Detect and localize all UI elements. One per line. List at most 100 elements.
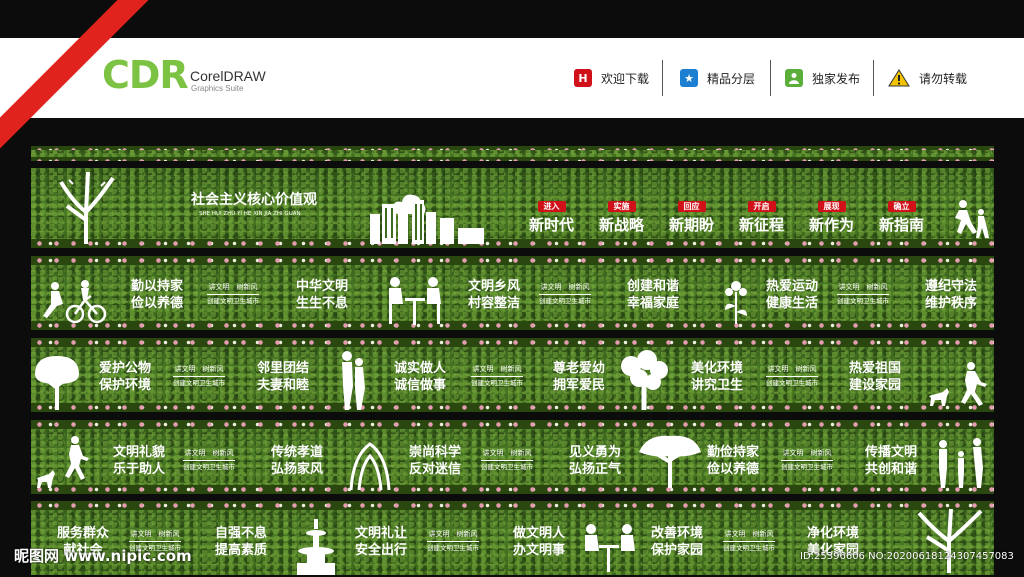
slogan-line: 反对迷信 xyxy=(409,462,462,477)
slogan-line: 安全出行 xyxy=(355,543,408,558)
slogan: 邻里团结 夫妻和睦 xyxy=(257,360,309,394)
caption-bottom: 创建文明卫生城市 xyxy=(207,297,259,305)
mini-caption: 讲文明 树新风 创建文明卫生城市 xyxy=(766,365,818,388)
tag-item: 确立 新指南 xyxy=(879,194,924,234)
slogan-line: 健康生活 xyxy=(766,296,819,311)
caption-top: 讲文明 树新风 xyxy=(482,449,532,457)
slogan: 文明礼让 安全出行 xyxy=(355,525,407,559)
slogan-line: 尊老爱幼 xyxy=(553,361,606,376)
mini-caption: 讲文明 树新风 创建文明卫生城市 xyxy=(471,365,523,388)
slogan-line: 共创和谐 xyxy=(865,462,918,477)
flower-icon xyxy=(725,281,747,324)
slogan: 文明礼貌 乐于助人 xyxy=(113,444,165,478)
slogan-line: 村容整洁 xyxy=(468,296,521,311)
caption-top: 讲文明 树新风 xyxy=(184,449,234,457)
banner-panel-3: 爱护公物 保护环境 讲文明 树新风 创建文明卫生城市 邻里团结 夫妻和睦 诚实做人 诚信… xyxy=(31,338,994,412)
slogan-line: 讲究卫生 xyxy=(691,378,744,393)
tag-text: 新期盼 xyxy=(669,216,715,234)
runner-dog-icon xyxy=(929,362,987,406)
tag-label: 展现 xyxy=(817,201,846,212)
slogan-line: 做文明人 xyxy=(513,526,566,541)
monument-icon xyxy=(349,442,391,490)
slogan-line: 幸福家庭 xyxy=(627,296,680,311)
fountain-icon xyxy=(297,519,335,575)
corner-ribbon xyxy=(0,0,150,150)
slogan-line: 文明礼让 xyxy=(355,526,408,541)
slogan: 传播文明 共创和谐 xyxy=(865,444,917,478)
tag-label: 回应 xyxy=(677,201,706,212)
slogan: 诚实做人 诚信做事 xyxy=(394,360,446,394)
caption-top: 讲文明 树新风 xyxy=(724,530,774,538)
slogan: 崇尚科学 反对迷信 xyxy=(409,444,461,478)
star-icon: ★ xyxy=(680,69,698,87)
slogan: 改善环境 保护家园 xyxy=(651,525,703,559)
slogan: 做文明人 办文明事 xyxy=(513,525,565,559)
mini-caption: 讲文明 树新风 创建文明卫生城市 xyxy=(481,449,533,472)
caption-bottom: 创建文明卫生城市 xyxy=(781,463,833,471)
tag-text: 新战略 xyxy=(599,216,645,234)
slogan-line: 崇尚科学 xyxy=(409,445,462,460)
caption-top: 讲文明 树新风 xyxy=(838,283,888,291)
mini-caption: 讲文明 树新风 创建文明卫生城市 xyxy=(173,365,225,388)
family-bicycle-icon xyxy=(43,280,107,324)
slogan-line: 弘扬家风 xyxy=(271,462,324,477)
caption-top: 讲文明 树新风 xyxy=(174,365,224,373)
slogan-line: 维护秩序 xyxy=(925,296,978,311)
slogan: 热爱运动 健康生活 xyxy=(766,278,818,312)
slogan: 中华文明 生生不息 xyxy=(296,278,348,312)
mini-caption: 讲文明 树新风 创建文明卫生城市 xyxy=(837,283,889,306)
tag-text: 新作为 xyxy=(809,216,855,234)
header-bar: CDR CorelDRAW Graphics Suite H 欢迎下载 ★ 精品… xyxy=(0,38,1024,118)
caption-top: 讲文明 树新风 xyxy=(782,449,832,457)
slogan: 自强不息 提高素质 xyxy=(215,525,267,559)
slogan-line: 服务群众 xyxy=(57,526,110,541)
mini-caption: 讲文明 树新风 创建文明卫生城市 xyxy=(183,449,235,472)
watermark-site: 昵图网 www.nipic.com xyxy=(14,547,192,565)
slogan-line: 中华文明 xyxy=(296,279,349,294)
banner-panel-2: 勤以持家 俭以养德 讲文明 树新风 创建文明卫生城市 中华文明 生生不息 文明乡风 村容… xyxy=(31,256,994,330)
divider xyxy=(770,60,771,96)
slogan-line: 传播文明 xyxy=(865,445,918,460)
slogan-line: 保护环境 xyxy=(99,378,152,393)
tag-item: 回应 新期盼 xyxy=(669,194,714,234)
slogan-line: 见义勇为 xyxy=(569,445,622,460)
tag-item: 开启 新征程 xyxy=(739,194,784,234)
nav-label: 请勿转载 xyxy=(919,71,968,86)
slogan-line: 拥军爱民 xyxy=(553,378,606,393)
slogan: 勤以持家 俭以养德 xyxy=(131,278,183,312)
family-walking-icon xyxy=(939,438,983,488)
caption-bottom: 创建文明卫生城市 xyxy=(183,463,235,471)
slogan-line: 勤以持家 xyxy=(131,279,184,294)
tree-icon xyxy=(59,172,115,244)
slogan-line: 爱护公物 xyxy=(99,361,152,376)
slogan-line: 创建和谐 xyxy=(627,279,680,294)
nav-item-exclusive[interactable]: 独家发布 xyxy=(785,60,860,96)
nav-item-no-repost[interactable]: 请勿转载 xyxy=(888,60,967,96)
couple-silhouette-icon xyxy=(342,351,365,410)
slogan-line: 建设家园 xyxy=(849,378,902,393)
caption-bottom: 创建文明卫生城市 xyxy=(539,297,591,305)
banner-panel-4: 文明礼貌 乐于助人 讲文明 树新风 创建文明卫生城市 传统孝道 弘扬家风 崇尚科学 反对… xyxy=(31,420,994,494)
watermark-id: ID:25396606 NO:20200618124307457083 xyxy=(800,551,1014,562)
nav-item-download[interactable]: H 欢迎下载 xyxy=(574,60,649,96)
tag-label: 实施 xyxy=(607,201,636,212)
nav-item-layers[interactable]: ★ 精品分层 xyxy=(680,60,755,96)
slogan-line: 诚实做人 xyxy=(394,361,447,376)
tag-text: 新时代 xyxy=(529,216,575,234)
caption-bottom: 创建文明卫生城市 xyxy=(723,544,775,552)
user-icon xyxy=(785,69,803,87)
caption-top: 讲文明 树新风 xyxy=(428,530,478,538)
slogan-line: 诚信做事 xyxy=(394,378,447,393)
slogan: 尊老爱幼 拥军爱民 xyxy=(553,360,605,394)
slogan-line: 文明礼貌 xyxy=(113,445,166,460)
caption-bottom: 创建文明卫生城市 xyxy=(837,297,889,305)
caption-top: 讲文明 树新风 xyxy=(208,283,258,291)
mini-caption: 讲文明 树新风 创建文明卫生城市 xyxy=(781,449,833,472)
caption-bottom: 创建文明卫生城市 xyxy=(481,463,533,471)
core-values-pinyin: SHE HUI ZHU YI HE XIN JIA ZHI GUAN xyxy=(199,211,301,217)
tree-icon xyxy=(639,435,701,488)
caption-bottom: 创建文明卫生城市 xyxy=(173,379,225,387)
tree-icon xyxy=(621,350,668,410)
divider xyxy=(873,60,874,96)
caption-top: 讲文明 树新风 xyxy=(472,365,522,373)
